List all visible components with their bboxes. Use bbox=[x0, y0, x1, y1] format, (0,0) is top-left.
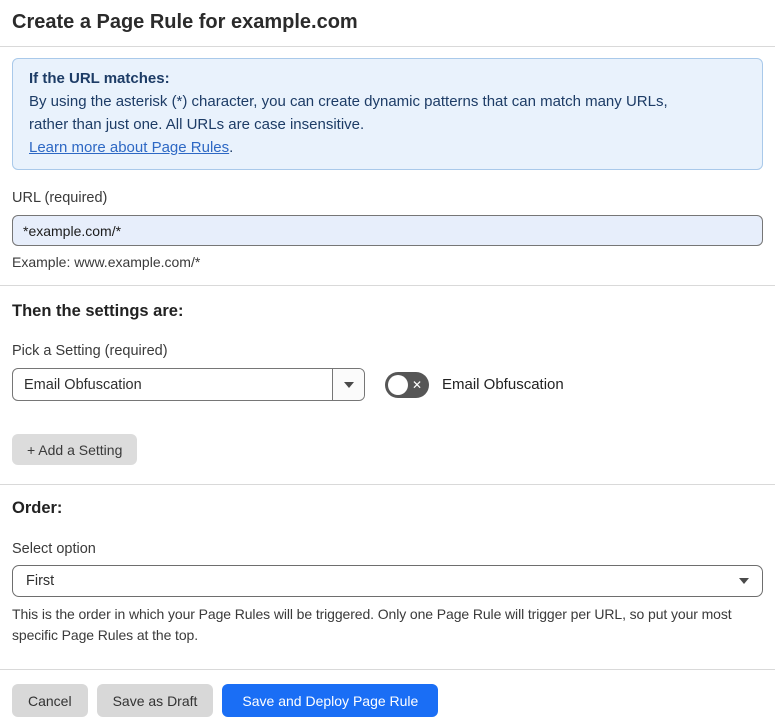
toggle-label: Email Obfuscation bbox=[442, 376, 564, 393]
url-match-info-box: If the URL matches: By using the asteris… bbox=[12, 58, 763, 170]
create-page-rule-form: Create a Page Rule for example.com If th… bbox=[0, 10, 775, 717]
order-select[interactable]: First bbox=[12, 565, 763, 597]
divider bbox=[0, 669, 775, 670]
chevron-down-icon bbox=[739, 578, 749, 584]
chevron-down-icon bbox=[343, 381, 354, 388]
divider bbox=[0, 46, 775, 47]
info-box-link-line: Learn more about Page Rules. bbox=[29, 136, 746, 159]
info-box-body-line: rather than just one. All URLs are case … bbox=[29, 116, 365, 133]
settings-section-heading: Then the settings are: bbox=[12, 302, 184, 320]
order-section-heading: Order: bbox=[12, 499, 63, 517]
footer-actions: Cancel Save as Draft Save and Deploy Pag… bbox=[12, 684, 763, 717]
link-suffix: . bbox=[229, 139, 234, 156]
info-box-body-line: By using the asterisk (*) character, you… bbox=[29, 93, 668, 110]
order-select-label: Select option bbox=[12, 541, 96, 557]
url-field-label: URL (required) bbox=[12, 190, 108, 206]
setting-row: Email Obfuscation ✕ Email Obfuscation bbox=[12, 368, 763, 401]
divider bbox=[0, 484, 775, 485]
page-title: Create a Page Rule for example.com bbox=[12, 11, 358, 33]
toggle-knob bbox=[388, 374, 408, 395]
learn-more-link[interactable]: Learn more about Page Rules bbox=[29, 139, 229, 156]
setting-dropdown-value: Email Obfuscation bbox=[24, 376, 142, 393]
email-obfuscation-toggle[interactable]: ✕ bbox=[385, 371, 429, 398]
order-select-value: First bbox=[26, 573, 55, 589]
url-example-text: Example: www.example.com/* bbox=[12, 254, 201, 270]
pick-setting-label: Pick a Setting (required) bbox=[12, 343, 168, 359]
order-help-text: This is the order in which your Page Rul… bbox=[12, 606, 732, 643]
info-box-heading: If the URL matches: bbox=[29, 70, 170, 87]
cancel-button[interactable]: Cancel bbox=[12, 684, 88, 717]
setting-dropdown[interactable]: Email Obfuscation bbox=[12, 368, 365, 401]
add-setting-button[interactable]: + Add a Setting bbox=[12, 434, 138, 465]
setting-dropdown-arrow-button[interactable] bbox=[332, 369, 364, 400]
toggle-off-x-icon: ✕ bbox=[411, 377, 422, 392]
save-as-draft-button[interactable]: Save as Draft bbox=[96, 684, 214, 717]
url-input[interactable] bbox=[12, 215, 763, 246]
divider bbox=[0, 285, 775, 286]
save-and-deploy-button[interactable]: Save and Deploy Page Rule bbox=[222, 684, 439, 717]
